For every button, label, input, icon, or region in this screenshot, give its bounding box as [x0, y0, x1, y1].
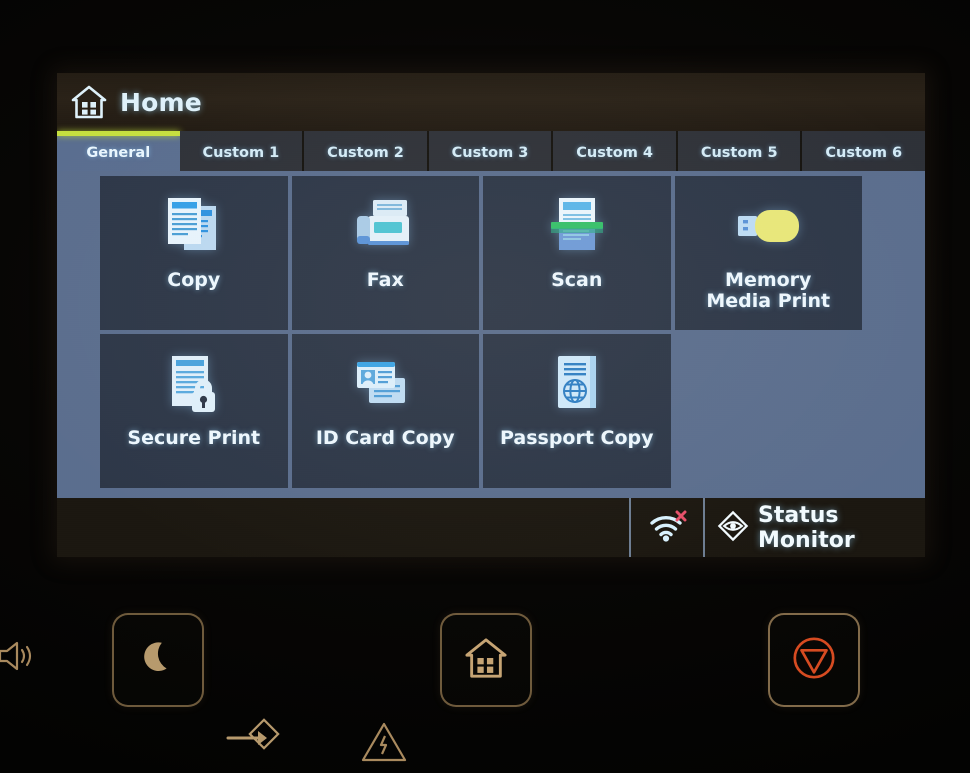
tile-label: Scan [551, 269, 603, 291]
tab-custom-5[interactable]: Custom 5 [677, 131, 803, 171]
status-monitor-label: Status Monitor [758, 502, 855, 553]
home-button[interactable] [440, 613, 532, 707]
crescent-moon-icon [136, 636, 180, 684]
tile-scan[interactable]: Scan [483, 176, 671, 330]
sleep-button[interactable] [112, 613, 204, 707]
tab-custom-1[interactable]: Custom 1 [179, 131, 305, 171]
speaker-volume-icon [0, 634, 42, 678]
tab-label: Custom 1 [202, 144, 280, 161]
tab-custom-4[interactable]: Custom 4 [553, 131, 678, 171]
status-monitor-button[interactable]: Status Monitor [703, 498, 925, 557]
tab-label: General [86, 144, 151, 161]
eye-diamond-icon [717, 510, 749, 546]
tile-copy[interactable]: Copy [100, 176, 288, 330]
fax-machine-icon [343, 188, 427, 268]
printer-body: Home General Custom 1 Custom 2 Custom 3 … [0, 0, 970, 773]
home-house-icon [463, 636, 509, 684]
tab-custom-2[interactable]: Custom 2 [304, 131, 429, 171]
tile-id-card-copy[interactable]: ID Card Copy [291, 334, 479, 488]
tile-empty-slot [675, 334, 863, 488]
scanner-document-icon [535, 188, 619, 268]
home-icon [71, 85, 107, 119]
warning-triangle-icon [358, 718, 410, 766]
arrow-into-diamond-icon [218, 712, 288, 764]
tab-custom-6[interactable]: Custom 6 [802, 131, 925, 171]
id-cards-icon [343, 346, 427, 426]
copy-documents-icon [152, 188, 236, 268]
tile-secure-print[interactable]: Secure Print [100, 334, 288, 488]
passport-globe-icon [535, 346, 619, 426]
wifi-disconnected-icon [647, 509, 687, 547]
tab-general[interactable]: General [57, 131, 180, 171]
status-bar: Status Monitor [57, 498, 925, 557]
screen-header: Home [57, 73, 925, 131]
page-title: Home [120, 87, 202, 117]
tab-custom-3[interactable]: Custom 3 [428, 131, 554, 171]
tile-label: Passport Copy [499, 427, 654, 449]
lcd-touchscreen[interactable]: Home General Custom 1 Custom 2 Custom 3 … [57, 73, 925, 557]
wifi-status-button[interactable] [629, 498, 703, 557]
tab-label: Custom 6 [825, 144, 903, 161]
home-content-area: Copy Fax Scan Memory Media Print Secure … [57, 171, 925, 498]
tile-label: Copy [167, 269, 221, 291]
tab-label: Custom 3 [451, 144, 529, 161]
tile-label: Memory Media Print [706, 269, 831, 313]
tile-label: Secure Print [127, 427, 261, 449]
tile-passport-copy[interactable]: Passport Copy [483, 334, 671, 488]
tile-label: Fax [366, 269, 404, 291]
tab-label: Custom 5 [700, 144, 778, 161]
function-tile-grid: Copy Fax Scan Memory Media Print Secure … [100, 176, 862, 488]
tab-strip[interactable]: General Custom 1 Custom 2 Custom 3 Custo… [57, 131, 925, 171]
tile-fax[interactable]: Fax [291, 176, 479, 330]
active-tab-accent [57, 131, 180, 136]
tab-label: Custom 2 [327, 144, 404, 161]
tab-label: Custom 4 [576, 144, 653, 161]
tile-label: ID Card Copy [315, 427, 455, 449]
document-lock-icon [152, 346, 236, 426]
stop-circle-triangle-icon [790, 634, 838, 686]
tile-memory-media-print[interactable]: Memory Media Print [674, 176, 862, 330]
stop-button[interactable] [768, 613, 860, 707]
usb-flash-drive-icon [726, 188, 810, 268]
